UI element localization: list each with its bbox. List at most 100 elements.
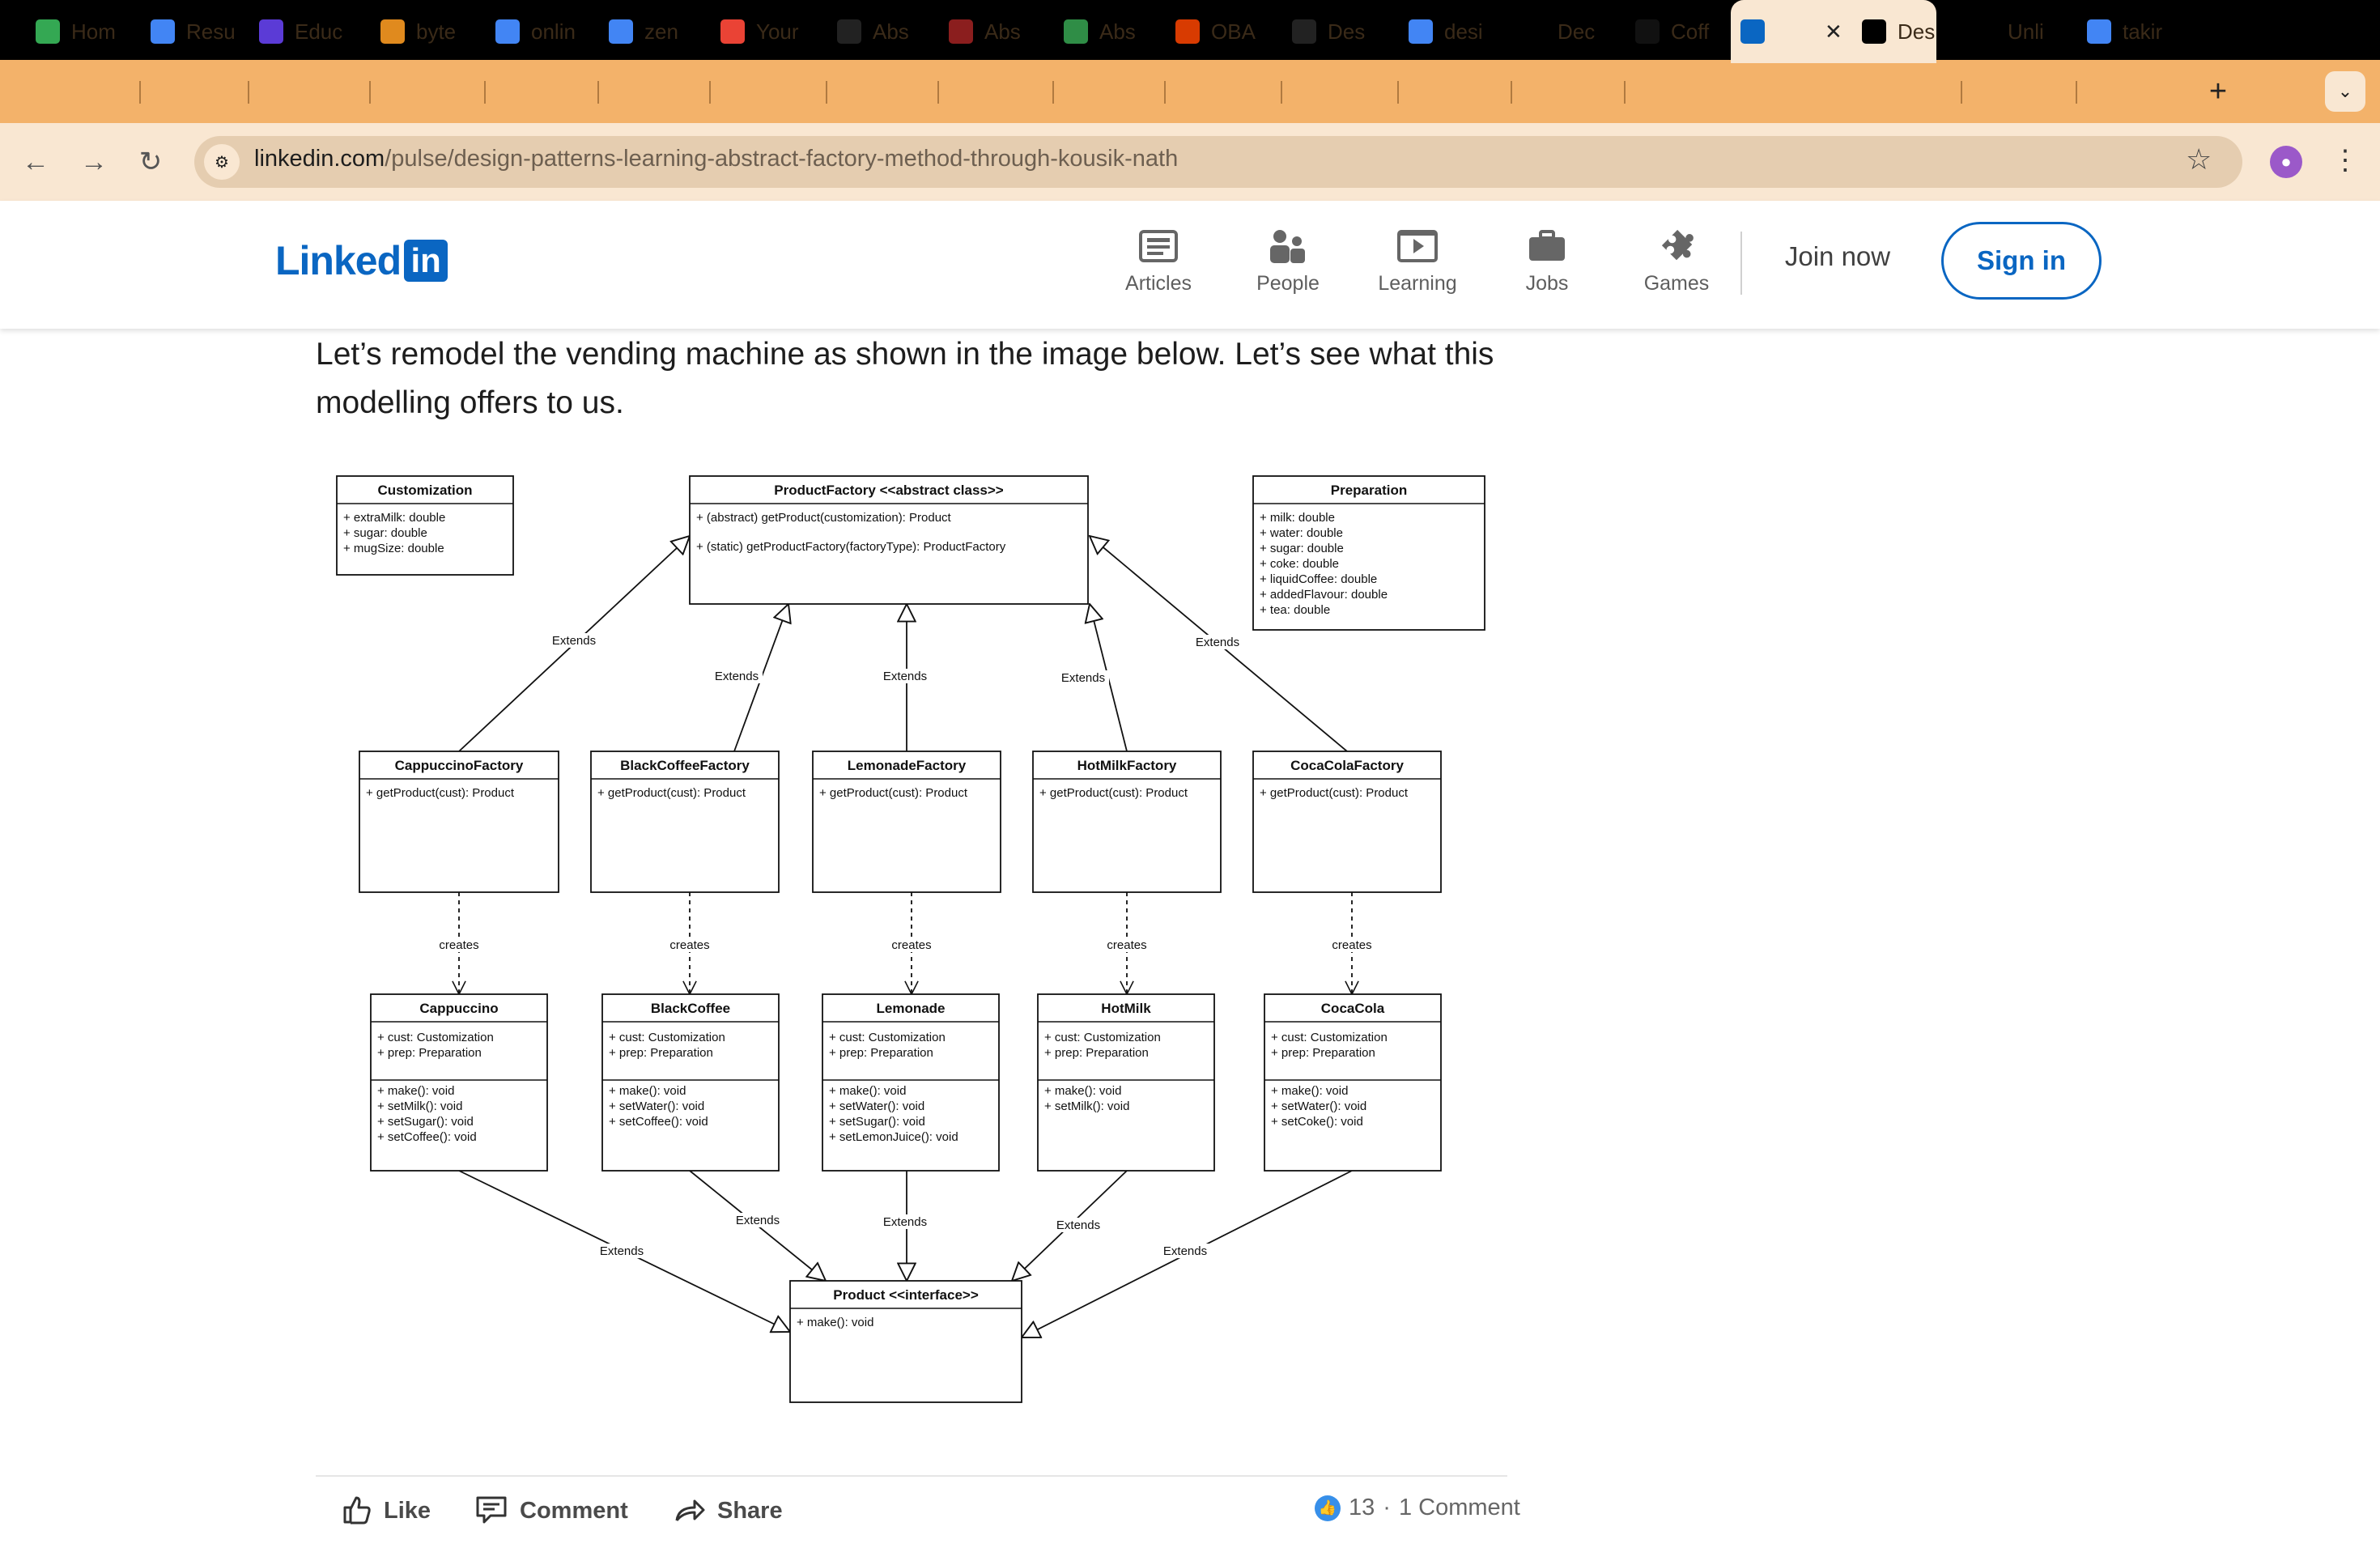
class-member: + setCoffee(): void [377,1130,477,1144]
tab-title: Coff [1671,19,1710,44]
class-title: CappuccinoFactory [395,758,524,773]
class-title: Preparation [1331,483,1407,498]
share-label: Share [717,1497,783,1524]
comment-icon [474,1493,508,1529]
class-member: + tea: double [1260,603,1330,617]
nav-divider [1740,232,1742,295]
class-title: BlackCoffee [651,1001,730,1016]
browser-tab[interactable]: Hom [36,0,133,63]
browser-tab[interactable]: Abs [837,0,934,63]
class-member: + prep: Preparation [1271,1046,1375,1060]
browser-tab[interactable]: onlin [495,0,594,63]
reload-button[interactable]: ↻ [128,139,173,185]
creates-label: creates [439,938,478,952]
tab-title: Abs [984,19,1021,44]
class-title: Cappuccino [419,1001,498,1016]
class-title: HotMilkFactory [1077,758,1177,773]
browser-tab[interactable]: zen [609,0,706,63]
browser-tab[interactable]: Coff [1635,0,1726,63]
class-member: + getProduct(cust): Product [819,786,968,800]
tab-title: Unli [2008,19,2044,44]
nav-games-label: Games [1643,272,1710,295]
browser-tab[interactable]: Resu [151,0,246,63]
share-arrow-icon [674,1495,706,1528]
like-button[interactable]: Like [340,1490,431,1532]
nav-games[interactable]: Games [1624,225,1729,306]
product-class-blackcoffee-frame [601,993,780,1172]
site-info-button[interactable]: ⚙ [204,144,240,180]
browser-menu-button[interactable]: ⋮ [2331,144,2359,176]
browser-tab[interactable]: Unli [1972,0,2072,63]
forward-button[interactable]: → [71,139,117,185]
class-member: + setMilk(): void [1044,1099,1129,1113]
linkedin-logo[interactable]: Linked in [275,236,448,285]
comment-button[interactable]: Comment [474,1490,628,1532]
browser-tab[interactable]: Dec [1522,0,1621,63]
extends-label: Extends [883,670,927,683]
class-title: Lemonade [876,1001,945,1016]
class-member: + (static) getProductFactory(factoryType… [696,540,1006,554]
reaction-like-icon: 👍 [1315,1495,1341,1521]
nav-people[interactable]: People [1235,225,1341,306]
url-domain: linkedin.com [254,146,385,172]
product-class-hotmilk-frame [1037,993,1215,1172]
tab-search-button[interactable]: ⌄ [2325,71,2365,112]
sign-in-button[interactable]: Sign in [1941,222,2102,300]
new-tab-button[interactable]: + [2199,60,2238,123]
factory-class-lemonadefactory: LemonadeFactory + getProduct(cust): Produ… [812,751,1001,893]
class-member: + addedFlavour: double [1260,588,1388,602]
class-member: + setCoke(): void [1271,1115,1363,1129]
tab-separator [1052,81,1054,104]
back-arrow-icon: ← [22,146,49,177]
tab-separator [1281,81,1282,104]
comments-count[interactable]: 1 Comment [1399,1495,1520,1521]
logo-wordmark: Linked [275,238,402,283]
profile-avatar[interactable]: ● [2270,146,2302,178]
class-member: + setLemonJuice(): void [829,1130,958,1144]
incognito-icon: ● [2280,151,2292,172]
class-member: + (abstract) getProduct(customization): … [696,511,952,525]
url-text[interactable]: linkedin.com/pulse/design-patterns-learn… [254,146,1178,172]
geeksforgeeks-icon [1064,19,1088,44]
browser-tab[interactable]: Your [720,0,822,63]
tab-title: Resu [186,19,236,44]
github-icon [1292,19,1316,44]
browser-tab[interactable]: OBA [1175,0,1277,63]
browser-tab[interactable]: Abs [949,0,1049,63]
nav-learning-label: Learning [1378,272,1457,295]
bookmark-star-icon[interactable]: ☆ [2186,142,2212,176]
factory-class-cappuccinofactory: CappuccinoFactory + getProduct(cust): Pro… [359,751,559,893]
class-member: + liquidCoffee: double [1260,572,1377,586]
reactions-summary[interactable]: 👍 13 · 1 Comment [1315,1495,1520,1521]
google-docs-icon [151,19,175,44]
join-now-link[interactable]: Join now [1765,241,1910,277]
reaction-separator: · [1383,1495,1391,1520]
nav-learning[interactable]: Learning [1365,225,1470,306]
class-member: + setSugar(): void [829,1115,925,1129]
class-member: + getProduct(cust): Product [366,786,515,800]
class-member: + extraMilk: double [343,511,445,525]
browser-tab[interactable]: takir [2087,0,2182,63]
medium-icon [1862,19,1886,44]
article-paragraph: Let’s remodel the vending machine as sho… [316,337,1494,420]
class-title: LemonadeFactory [848,758,967,773]
browser-tab[interactable]: desi [1409,0,1507,63]
class-member: + cust: Customization [377,1031,494,1044]
close-tab-icon[interactable]: ✕ [1825,19,1842,45]
back-button[interactable]: ← [13,139,58,185]
browser-tab[interactable]: Des [1292,0,1394,63]
browser-tab[interactable]: Educ [259,0,366,63]
share-button[interactable]: Share [674,1490,783,1532]
browser-tab[interactable]: byte [380,0,478,63]
google-icon [1409,19,1433,44]
class-member: + sugar: double [343,526,427,540]
browser-tab[interactable]: Abs [1064,0,1161,63]
browser-tab[interactable]: Des [1862,0,1957,63]
class-member: + make(): void [377,1084,454,1098]
logo-in-box: in [404,240,448,282]
factory-class-cocacolafactory: CocaColaFactory + getProduct(cust): Produ… [1252,751,1442,893]
nav-jobs[interactable]: Jobs [1494,225,1600,306]
class-member: + cust: Customization [1271,1031,1388,1044]
nav-articles[interactable]: Articles [1106,225,1211,306]
class-title: ProductFactory <<abstract class>> [774,483,1004,498]
